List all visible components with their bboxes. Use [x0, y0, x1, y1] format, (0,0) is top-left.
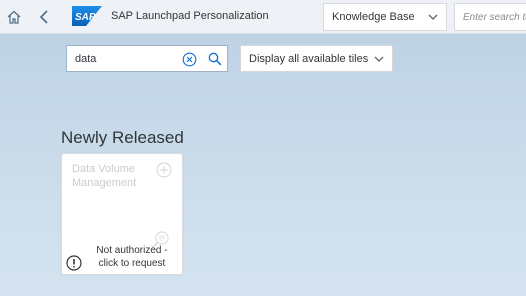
app-title: SAP Launchpad Personalization: [111, 10, 269, 22]
tile-data-volume-management[interactable]: Data Volume Management Not authorized - …: [61, 153, 183, 275]
home-button[interactable]: [0, 0, 28, 34]
shell-header: SAP SAP Launchpad Personalization Knowle…: [0, 0, 526, 34]
global-search-input[interactable]: [463, 11, 526, 23]
back-button[interactable]: [30, 0, 58, 34]
home-icon: [7, 10, 21, 24]
tile-filter-select[interactable]: Display all available tiles: [240, 45, 393, 72]
back-icon: [39, 10, 48, 24]
tile-status[interactable]: Not authorized - click to request: [86, 244, 178, 270]
sap-logo: SAP: [72, 6, 102, 26]
group-title: Newly Released: [61, 128, 184, 147]
tile-search-input[interactable]: [75, 52, 183, 65]
tile-filter-value: Display all available tiles: [249, 52, 369, 65]
warning-icon: [66, 255, 82, 271]
global-search-field[interactable]: [454, 3, 526, 31]
svg-text:SAP: SAP: [75, 12, 96, 23]
tile-status-line: Not authorized -: [96, 245, 168, 256]
source-select-value: Knowledge Base: [332, 11, 415, 23]
clear-icon[interactable]: [182, 52, 197, 67]
tile-search-field[interactable]: [66, 45, 228, 72]
search-icon[interactable]: [208, 52, 222, 66]
add-icon[interactable]: [156, 162, 172, 178]
tile-title: Data Volume Management: [72, 163, 137, 189]
source-select[interactable]: Knowledge Base: [323, 3, 447, 31]
tile-status-line: click to request: [98, 258, 166, 269]
chevron-down-icon: [428, 14, 438, 20]
chevron-down-icon: [374, 56, 384, 62]
